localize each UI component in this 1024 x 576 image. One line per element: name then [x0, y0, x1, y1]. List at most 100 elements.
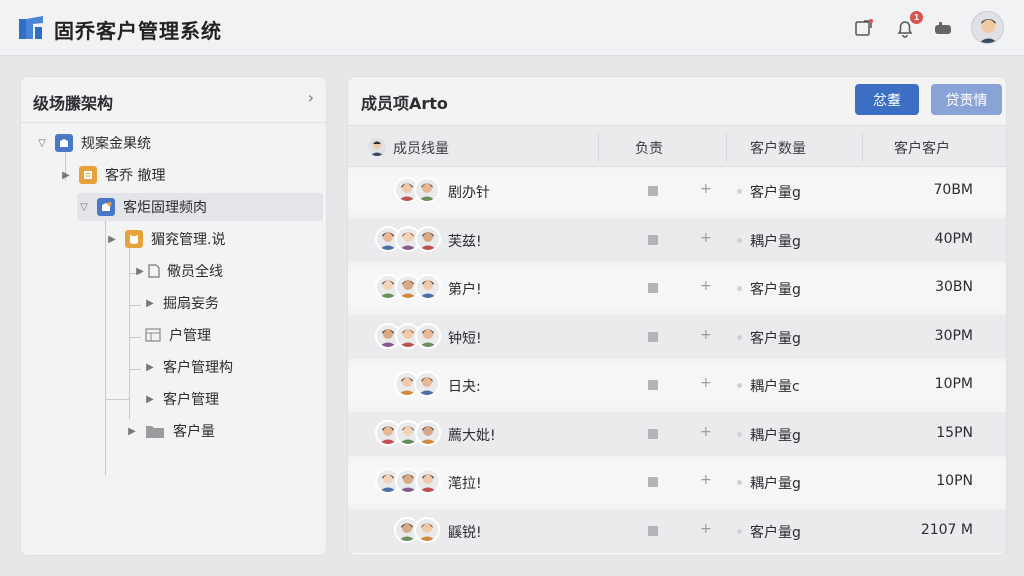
table-row[interactable]: 薦大妣! + 耦户量g 15PN	[348, 411, 1006, 456]
table-row[interactable]: 日夬: + 耦户量c 10PM	[348, 363, 1006, 407]
app-logo-icon[interactable]	[18, 15, 44, 41]
member-avatar[interactable]	[415, 274, 441, 300]
expand-caret-icon[interactable]: ▶	[143, 394, 157, 405]
tree-connector	[129, 337, 141, 338]
notification-badge: 1	[910, 11, 923, 24]
customer-value: 30PM	[934, 327, 973, 344]
expand-caret-icon[interactable]: ▽	[35, 138, 49, 149]
customer-count: 客户量g	[750, 330, 801, 347]
customer-count: 耦户量g	[750, 233, 801, 250]
app-title: 固乔客户管理系统	[54, 19, 222, 43]
tree-node-sub-3[interactable]: ▶ 掘扇妄务	[143, 289, 315, 317]
row-checkbox[interactable]	[648, 477, 658, 487]
add-icon[interactable]: +	[700, 327, 712, 343]
member-avatar[interactable]	[415, 225, 441, 252]
member-name: 第户!	[448, 282, 482, 298]
tree-node-sub-2[interactable]: ▶ 儆员全线	[133, 257, 315, 285]
members-panel: 成员项Arto 忿耋 贷责情 成员线量 负责 客户数量 客户客户 剧办针 + 客户量…	[347, 76, 1007, 556]
table-row[interactable]: 钟短! + 客户量g 30PM	[348, 314, 1006, 359]
tree-node-label: 客户量	[173, 424, 215, 440]
add-icon[interactable]: +	[700, 230, 712, 246]
org-panel-header: 级场縢架构 ›	[21, 77, 326, 123]
status-dot-icon	[737, 286, 742, 291]
expand-caret-icon[interactable]: ▶	[143, 362, 157, 373]
customer-value: 40PM	[934, 230, 973, 247]
tree-node-sub-4[interactable]: 户管理	[145, 321, 315, 349]
tree-node-customer-mgmt[interactable]: ▶ 客乔 撤理	[59, 161, 315, 189]
primary-action-button[interactable]: 忿耋	[855, 84, 919, 115]
table-row[interactable]: 第户! + 客户量g 30BN	[348, 266, 1006, 310]
collapse-icon[interactable]: ›	[308, 88, 314, 107]
column-header-members[interactable]: 成员线量	[393, 138, 449, 158]
row-checkbox[interactable]	[648, 331, 658, 342]
header-avatar-icon	[368, 138, 386, 156]
member-avatars	[375, 322, 441, 351]
column-divider	[862, 132, 863, 162]
status-dot-icon	[737, 189, 742, 194]
tree-node-sub-6[interactable]: ▶ 客户管理	[143, 385, 315, 413]
row-checkbox[interactable]	[648, 380, 658, 390]
tree-node-root[interactable]: ▽ 规案金果统	[35, 129, 315, 157]
expand-caret-icon[interactable]: ▶	[105, 234, 119, 245]
tree-node-label: 客户管理	[163, 392, 219, 408]
note-icon	[79, 166, 97, 184]
column-header-customer[interactable]: 客户客户	[894, 138, 950, 158]
tree-node-sub-5[interactable]: ▶ 客户管理构	[143, 353, 315, 381]
status-dot-icon	[737, 383, 742, 388]
expand-caret-icon[interactable]: ▶	[133, 266, 147, 277]
user-avatar[interactable]	[971, 11, 1004, 44]
member-name: 鼷锐!	[448, 524, 482, 541]
member-avatar[interactable]	[414, 516, 440, 543]
column-divider	[598, 132, 599, 162]
tree-node-label: 儆员全线	[167, 264, 223, 280]
column-header-owner[interactable]: 负责	[635, 138, 663, 158]
table-header: 成员线量 负责 客户数量 客户客户	[348, 125, 1006, 167]
status-dot-icon	[737, 528, 742, 534]
chat-icon[interactable]	[931, 16, 955, 40]
row-checkbox[interactable]	[648, 525, 658, 536]
row-checkbox[interactable]	[648, 186, 658, 196]
row-checkbox[interactable]	[648, 234, 658, 245]
tree-connector	[129, 241, 130, 419]
member-avatar[interactable]	[415, 468, 441, 494]
add-icon[interactable]: +	[700, 375, 712, 391]
member-avatar[interactable]	[414, 177, 440, 203]
table-row[interactable]: 芙兹! + 耦户量g 40PM	[348, 217, 1006, 262]
table-row[interactable]: 剧办针 + 客户量g 70BM	[348, 169, 1006, 213]
secondary-action-button[interactable]: 贷责情	[931, 84, 1002, 115]
expand-caret-icon[interactable]: ▽	[77, 202, 91, 213]
app-icon	[97, 198, 115, 216]
tree-node-customer-volume[interactable]: ▶ 客户量	[125, 417, 315, 445]
member-avatar[interactable]	[414, 371, 440, 397]
customer-count: 客户量g	[750, 185, 801, 201]
expand-caret-icon[interactable]: ▶	[143, 298, 157, 309]
external-link-icon[interactable]	[852, 16, 876, 40]
table-row[interactable]: 滗拉! + 耦户量g 10PN	[348, 460, 1006, 504]
add-icon[interactable]: +	[700, 424, 712, 440]
column-header-customer-count[interactable]: 客户数量	[750, 138, 806, 158]
status-dot-icon	[737, 237, 742, 243]
member-avatars	[375, 274, 441, 302]
add-icon[interactable]: +	[700, 278, 712, 294]
customer-count: 客户量g	[750, 524, 801, 541]
member-avatar[interactable]	[415, 419, 441, 446]
row-checkbox[interactable]	[648, 283, 658, 293]
tree-node-selected[interactable]: ▽ 客炬固理频肉	[77, 193, 323, 221]
add-icon[interactable]: +	[700, 521, 712, 537]
app-header: 固乔客户管理系统 1	[0, 0, 1024, 56]
member-avatar[interactable]	[415, 322, 441, 349]
tree-node-label: 猸兖管理.说	[151, 232, 226, 248]
bell-icon[interactable]: 1	[893, 11, 923, 40]
expand-caret-icon[interactable]: ▶	[59, 170, 73, 181]
members-panel-title: 成员项Arto	[361, 94, 448, 113]
add-icon[interactable]: +	[700, 181, 712, 197]
add-icon[interactable]: +	[700, 472, 712, 488]
expand-caret-icon[interactable]: ▶	[125, 426, 139, 437]
member-name: 薦大妣!	[448, 427, 496, 444]
customer-count: 耦户量g	[750, 476, 801, 492]
member-name: 钟短!	[448, 330, 482, 347]
tree-node-sub-1[interactable]: ▶ 猸兖管理.说	[105, 225, 315, 253]
table-row[interactable]: 鼷锐! + 客户量g 2107 M	[348, 508, 1006, 553]
tree-node-label: 掘扇妄务	[163, 296, 219, 312]
row-checkbox[interactable]	[648, 428, 658, 439]
